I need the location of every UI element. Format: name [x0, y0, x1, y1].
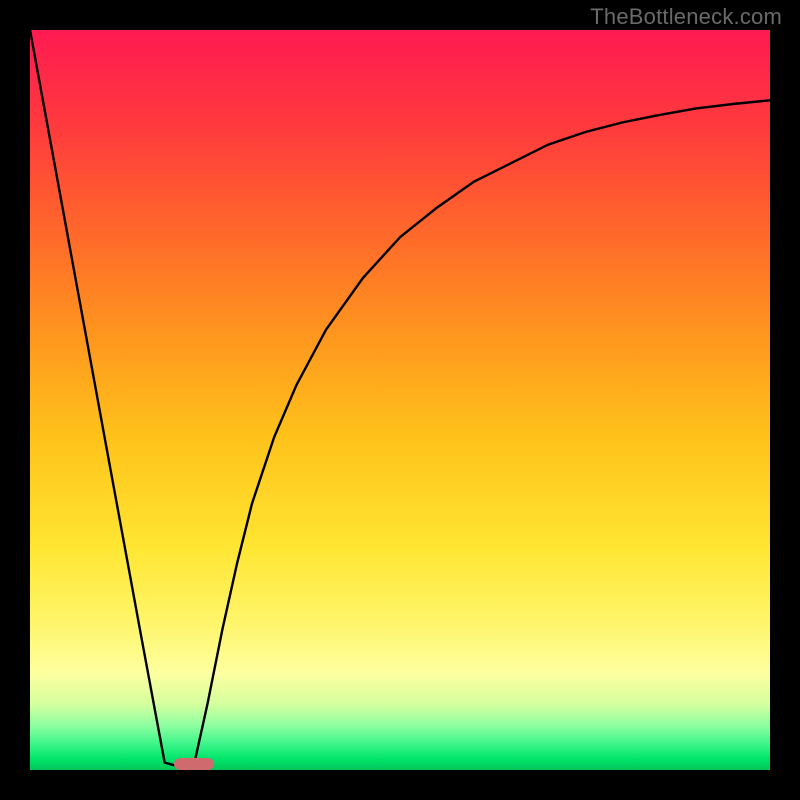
min-marker [174, 758, 213, 770]
chart-frame: TheBottleneck.com [0, 0, 800, 800]
curve-svg [30, 30, 770, 770]
watermark-text: TheBottleneck.com [590, 4, 782, 30]
plot-area [30, 30, 770, 770]
curve-line [30, 30, 770, 770]
